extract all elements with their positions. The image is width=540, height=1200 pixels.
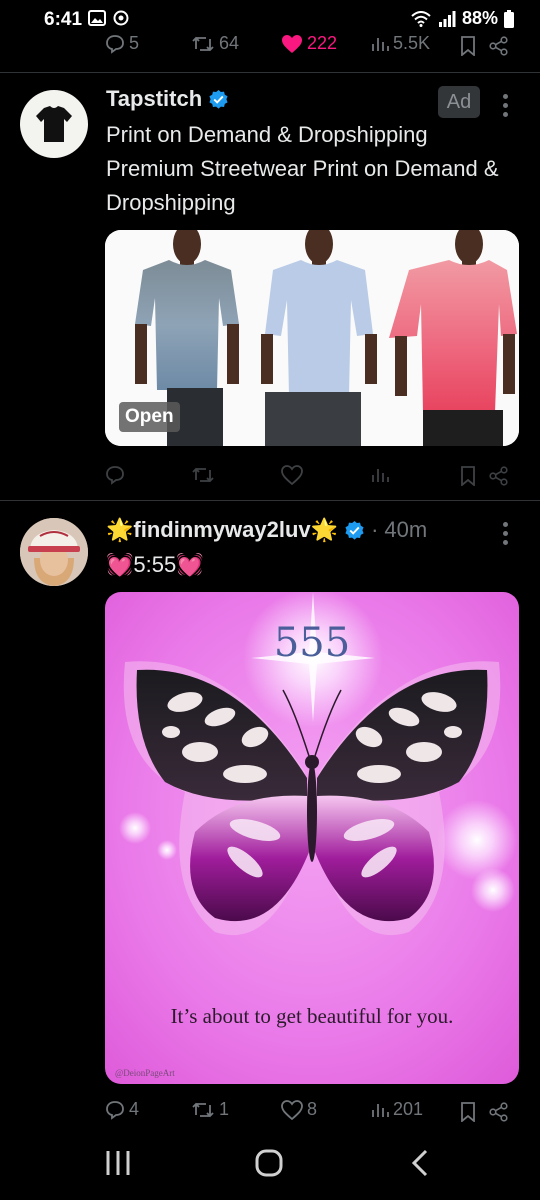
reply-icon bbox=[106, 34, 124, 54]
views-icon bbox=[372, 1103, 389, 1117]
bookmark-icon[interactable] bbox=[460, 36, 476, 56]
post-divider bbox=[0, 500, 540, 501]
repost-count: 64 bbox=[219, 33, 240, 53]
image-credit: @DeionPageArt bbox=[115, 1068, 175, 1078]
heart-icon bbox=[281, 1099, 303, 1120]
repost-count: 1 bbox=[219, 1099, 230, 1119]
verified-badge-icon bbox=[209, 89, 228, 109]
reply-button[interactable]: 4 bbox=[105, 1099, 139, 1120]
avatar[interactable] bbox=[20, 518, 88, 586]
verified-badge-icon bbox=[345, 520, 364, 540]
views-button[interactable]: 201 bbox=[371, 1099, 423, 1120]
more-options-icon[interactable] bbox=[503, 522, 509, 545]
share-icon[interactable] bbox=[489, 36, 509, 56]
repost-button[interactable]: 1 bbox=[191, 1099, 229, 1120]
back-icon[interactable] bbox=[410, 1148, 430, 1178]
home-icon[interactable] bbox=[254, 1148, 284, 1178]
display-name[interactable]: 🌟findinmyway2luv🌟 bbox=[106, 517, 338, 543]
more-options-icon[interactable] bbox=[503, 94, 509, 117]
ad-name-row: Tapstitch bbox=[106, 86, 229, 112]
ad-media[interactable]: Open bbox=[105, 230, 519, 446]
like-count: 222 bbox=[307, 33, 338, 53]
recent-apps-icon[interactable] bbox=[104, 1148, 132, 1178]
prev-post-action-bar: 5 64 222 5.5K bbox=[105, 33, 515, 61]
image-caption: It’s about to get beautiful for you. bbox=[170, 1004, 454, 1028]
bookmark-icon[interactable] bbox=[460, 1102, 476, 1122]
status-bar: 6:41 88% bbox=[0, 0, 540, 34]
battery-percent: 88% bbox=[461, 8, 498, 28]
user-photo-image bbox=[20, 518, 88, 586]
share-icon[interactable] bbox=[489, 466, 509, 486]
post-divider bbox=[0, 72, 540, 73]
image-number: 555 bbox=[274, 620, 350, 666]
views-count: 5.5K bbox=[393, 33, 431, 53]
data-saver-icon bbox=[113, 10, 129, 26]
reply-icon[interactable] bbox=[105, 465, 125, 485]
views-icon[interactable] bbox=[371, 466, 389, 484]
reply-count: 5 bbox=[129, 33, 140, 53]
repost-icon bbox=[192, 36, 214, 51]
ad-badge: Ad bbox=[438, 86, 480, 118]
separator-dot: · bbox=[371, 517, 379, 542]
post-name-row: 🌟findinmyway2luv🌟 · 40m bbox=[106, 517, 427, 543]
views-button[interactable]: 5.5K bbox=[371, 33, 430, 54]
ad-post-text: Print on Demand & Dropshipping Premium S… bbox=[106, 122, 499, 215]
post-action-bar: 4 1 8 201 bbox=[105, 1099, 515, 1127]
avatar[interactable] bbox=[20, 90, 88, 158]
heart-filled-icon bbox=[282, 34, 302, 53]
views-count: 201 bbox=[393, 1099, 424, 1119]
bookmark-icon[interactable] bbox=[460, 466, 476, 486]
signal-icon bbox=[438, 10, 456, 27]
repost-button[interactable]: 64 bbox=[191, 33, 239, 54]
repost-icon[interactable] bbox=[191, 465, 215, 485]
repost-icon bbox=[192, 1102, 214, 1117]
wifi-icon bbox=[411, 10, 431, 27]
ad-post-action-bar bbox=[105, 463, 515, 491]
post-time: 40m bbox=[384, 517, 428, 542]
reply-count: 4 bbox=[129, 1099, 140, 1119]
heart-icon[interactable] bbox=[281, 465, 303, 485]
post-text: 💓5:55💓 bbox=[106, 552, 204, 577]
like-count: 8 bbox=[307, 1099, 318, 1119]
reply-button[interactable]: 5 bbox=[105, 33, 139, 54]
views-icon bbox=[372, 37, 389, 51]
open-button[interactable]: Open bbox=[119, 402, 180, 432]
battery-icon bbox=[504, 9, 514, 28]
like-button[interactable]: 222 bbox=[281, 33, 337, 54]
gallery-icon bbox=[88, 10, 106, 26]
reply-icon bbox=[106, 1100, 124, 1120]
status-right: 88% bbox=[410, 8, 514, 29]
display-name[interactable]: Tapstitch bbox=[106, 86, 202, 112]
status-time: 6:41 bbox=[44, 9, 83, 30]
tshirt-logo-icon bbox=[36, 106, 72, 142]
system-nav-bar bbox=[0, 1130, 540, 1200]
share-icon[interactable] bbox=[489, 1102, 509, 1122]
post-media[interactable]: 555 It’s about to get beautiful for you.… bbox=[105, 592, 519, 1084]
like-button[interactable]: 8 bbox=[281, 1099, 317, 1120]
